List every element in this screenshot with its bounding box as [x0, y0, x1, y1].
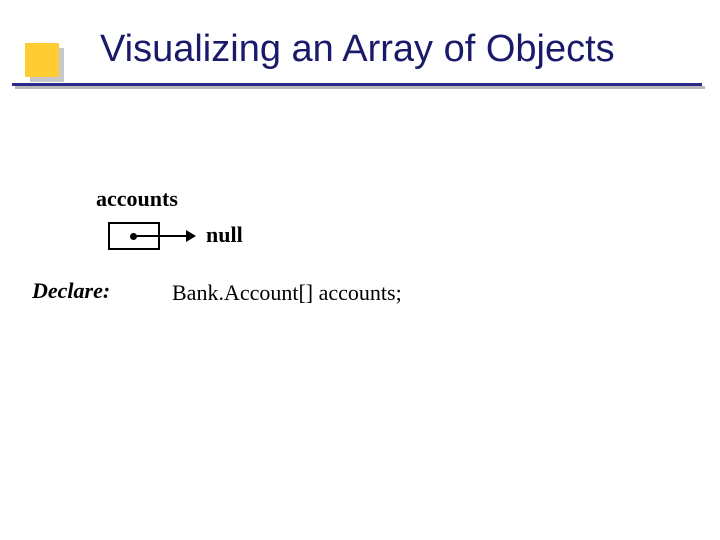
step-label-declare: Declare: [32, 278, 110, 304]
title-rule-shadow [15, 86, 705, 89]
title-rule [12, 83, 702, 86]
null-label: null [206, 222, 243, 248]
arrow-line [136, 235, 188, 237]
slide-title: Visualizing an Array of Objects [100, 28, 615, 71]
title-bullet [25, 43, 59, 77]
variable-label-accounts: accounts [96, 186, 178, 212]
slide: Visualizing an Array of Objects accounts… [0, 0, 720, 540]
step-code-declare: Bank.Account[] accounts; [172, 280, 402, 306]
arrow-right-icon [186, 230, 196, 242]
